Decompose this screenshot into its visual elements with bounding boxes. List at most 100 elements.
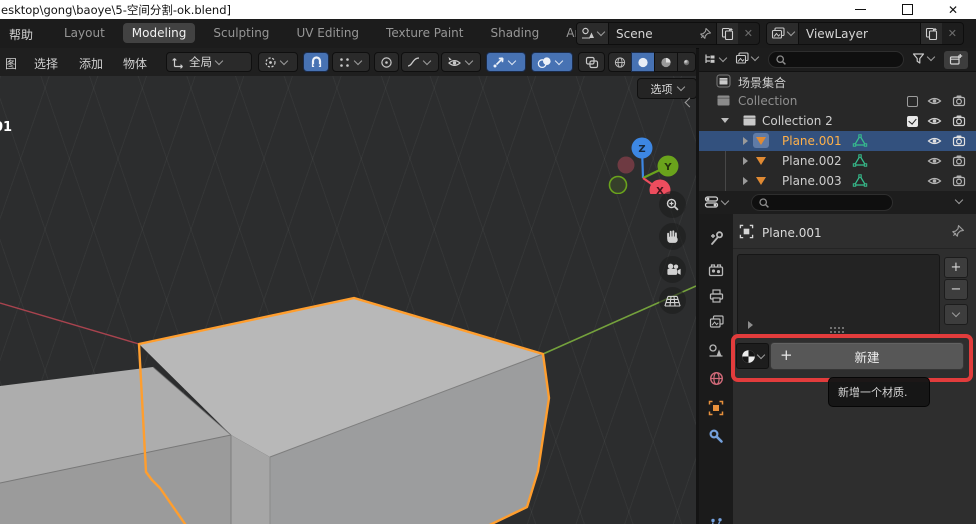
workspace-modeling[interactable]: Modeling	[123, 23, 196, 43]
collection-exclude-checkbox[interactable]	[907, 116, 918, 127]
camera-view-button[interactable]	[659, 256, 686, 283]
outliner-row-plane002[interactable]: Plane.002	[699, 151, 976, 171]
slot-expand-icon[interactable]	[748, 321, 753, 329]
menu-help[interactable]: 帮助	[9, 26, 33, 43]
material-slot-list[interactable]	[737, 254, 940, 335]
unlink-scene-button[interactable]: ✕	[738, 27, 759, 40]
expand-icon[interactable]	[743, 177, 748, 185]
add-material-slot-button[interactable]: +	[944, 257, 968, 278]
viewport-3d[interactable]: 01 选项 Z Y X	[0, 76, 696, 524]
tab-scene[interactable]	[703, 338, 729, 362]
camera-visibility-icon[interactable]	[952, 134, 966, 147]
new-collection-button[interactable]	[944, 51, 968, 69]
tab-output[interactable]	[703, 284, 729, 308]
eye-icon[interactable]	[927, 95, 942, 107]
collection-exclude-checkbox[interactable]	[907, 96, 918, 107]
tab-modifiers[interactable]	[703, 424, 729, 448]
gizmos-dropdown[interactable]	[486, 52, 526, 72]
menu-object[interactable]: 物体	[123, 55, 147, 72]
menu-view[interactable]: 图	[5, 55, 17, 72]
pivot-point-dropdown[interactable]	[258, 52, 298, 72]
viewlayer-browse-button[interactable]	[767, 23, 799, 44]
pan-button[interactable]	[659, 223, 686, 250]
breadcrumb[interactable]: Plane.001	[762, 226, 822, 240]
tab-view-layer[interactable]	[703, 310, 729, 334]
overlays-dropdown[interactable]	[531, 52, 573, 72]
outliner-row-collection2[interactable]: Collection 2	[699, 111, 976, 131]
divider	[733, 248, 976, 249]
tab-world[interactable]	[703, 366, 729, 390]
snap-toggle[interactable]	[303, 52, 329, 72]
shading-rendered-button[interactable]	[677, 52, 696, 72]
viewlayer-icon	[771, 27, 785, 40]
eye-icon[interactable]	[927, 155, 942, 167]
eye-icon[interactable]	[927, 115, 942, 127]
browse-material-button[interactable]	[736, 343, 769, 369]
tab-render[interactable]	[703, 258, 729, 282]
new-material-button[interactable]: + 新建	[770, 342, 964, 370]
expand-icon[interactable]	[743, 157, 748, 165]
perspective-toggle-button[interactable]	[659, 287, 686, 314]
duplicate-icon	[925, 27, 938, 41]
workspace-texture-paint[interactable]: Texture Paint	[377, 23, 472, 43]
outliner-row-plane003[interactable]: Plane.003	[699, 171, 976, 191]
properties-search-input[interactable]	[751, 194, 893, 211]
properties-editor-type-dropdown[interactable]	[704, 195, 728, 209]
eye-icon[interactable]	[927, 175, 942, 187]
viewlayer-name[interactable]: ViewLayer	[799, 27, 920, 41]
chevron-down-icon	[280, 56, 288, 64]
snap-with-dropdown[interactable]	[332, 52, 370, 72]
remove-viewlayer-button[interactable]: ✕	[942, 27, 963, 40]
workspace-uv-editing[interactable]: UV Editing	[287, 23, 368, 43]
outliner-row-collection[interactable]: Collection	[699, 91, 976, 111]
outliner-search-input[interactable]	[768, 51, 904, 68]
mesh-data-icon	[852, 174, 868, 188]
new-viewlayer-button[interactable]	[920, 23, 942, 44]
xray-toggle[interactable]	[578, 52, 605, 72]
minimize-button[interactable]	[845, 0, 875, 19]
shading-material-button[interactable]	[654, 52, 677, 72]
scene-browse-button[interactable]	[577, 23, 609, 44]
tab-particles[interactable]	[703, 512, 729, 524]
expand-collapse-icon[interactable]	[721, 118, 729, 123]
maximize-button[interactable]	[892, 0, 922, 19]
camera-visibility-icon[interactable]	[952, 114, 966, 127]
workspace-layout[interactable]: Layout	[55, 23, 114, 43]
menu-add[interactable]: 添加	[79, 55, 103, 72]
workspace-sculpting[interactable]: Sculpting	[204, 23, 278, 43]
tab-tool[interactable]	[703, 226, 729, 250]
material-specials-button[interactable]	[944, 304, 968, 325]
camera-visibility-icon[interactable]	[952, 94, 966, 107]
tab-object[interactable]	[703, 396, 729, 420]
shading-solid-button[interactable]	[631, 52, 654, 72]
navigation-gizmo[interactable]: Z Y X	[605, 104, 685, 194]
close-button[interactable]: ✕	[938, 0, 968, 19]
pin-icon[interactable]	[951, 224, 965, 238]
options-dropdown[interactable]: 选项	[637, 78, 696, 99]
eye-icon[interactable]	[927, 135, 942, 147]
outliner-row-plane001[interactable]: Plane.001	[699, 131, 976, 151]
camera-visibility-icon[interactable]	[952, 154, 966, 167]
properties-options-chevron[interactable]	[955, 196, 963, 204]
zoom-button[interactable]	[659, 191, 686, 218]
menu-select[interactable]: 选择	[34, 55, 58, 72]
editor-type-dropdown[interactable]	[703, 52, 726, 66]
proportional-falloff-dropdown[interactable]	[401, 52, 439, 72]
new-scene-button[interactable]	[716, 23, 738, 44]
scene-name[interactable]: Scene	[609, 27, 699, 41]
visibility-dropdown[interactable]	[441, 52, 481, 72]
expand-icon[interactable]	[743, 137, 748, 145]
outliner-filter-dropdown[interactable]	[912, 52, 934, 65]
remove-material-slot-button[interactable]: −	[944, 279, 968, 300]
transform-orientation-dropdown[interactable]: 全局	[166, 52, 252, 72]
camera-visibility-icon[interactable]	[952, 174, 966, 187]
shading-wireframe-button[interactable]	[608, 52, 631, 72]
outliner-display-mode-dropdown[interactable]	[735, 52, 758, 65]
workspace-shading[interactable]: Shading	[481, 23, 548, 43]
mesh-data-icon	[852, 134, 868, 148]
chevron-down-icon	[508, 56, 516, 64]
pin-icon[interactable]	[699, 27, 712, 40]
proportional-editing-toggle[interactable]	[374, 52, 399, 72]
resize-grip[interactable]	[830, 327, 844, 329]
outliner-row-scene-collection[interactable]: 场景集合	[699, 71, 976, 91]
